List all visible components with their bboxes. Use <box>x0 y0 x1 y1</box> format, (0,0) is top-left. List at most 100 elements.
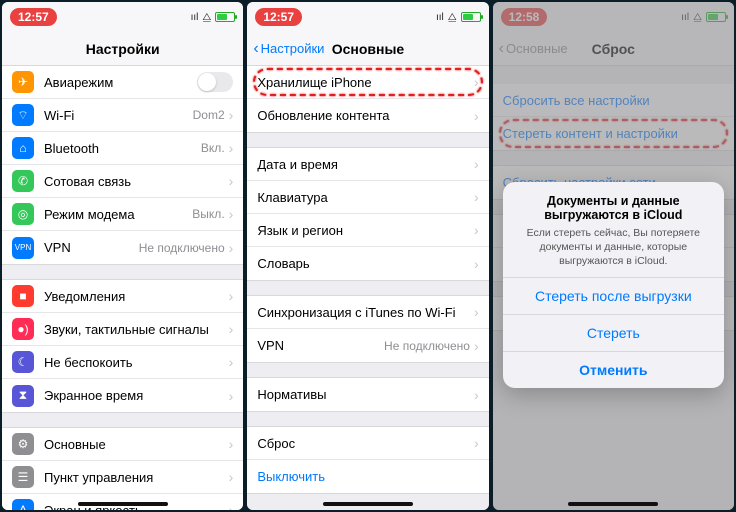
status-icons: ııl ⧋ <box>191 12 236 23</box>
list-row[interactable]: ⧗ Экранное время› <box>2 379 243 412</box>
battery-icon <box>215 12 235 22</box>
chevron-left-icon: ‹ <box>253 41 258 57</box>
row-value: Dom2 <box>193 108 225 122</box>
list-row[interactable]: Хранилище iPhone› <box>247 66 488 99</box>
row-label: Bluetooth <box>44 141 201 156</box>
row-icon: ●) <box>12 318 34 340</box>
row-label: Клавиатура <box>257 190 474 205</box>
row-value: Выкл. <box>192 207 224 221</box>
battery-icon <box>461 12 481 22</box>
list-row[interactable]: VPNVPNНе подключено› <box>2 231 243 264</box>
erase-after-upload-button[interactable]: Стереть после выгрузки <box>503 277 724 314</box>
list-row[interactable]: ⚙Основные› <box>2 428 243 461</box>
row-label: Словарь <box>257 256 474 271</box>
phone-settings: 12:57 ııl ⧋ Настройки ✈︎Авиарежим⌔Wi-FiD… <box>2 2 243 510</box>
row-label: Уведомления <box>44 289 229 304</box>
chevron-right-icon: › <box>474 256 479 272</box>
list-row[interactable]: Клавиатура› <box>247 181 488 214</box>
row-label: Сотовая связь <box>44 174 229 189</box>
list-row[interactable]: ⌂BluetoothВкл.› <box>2 132 243 165</box>
list-row[interactable]: ✆Сотовая связь› <box>2 165 243 198</box>
list-row[interactable]: Нормативы› <box>247 378 488 411</box>
chevron-right-icon: › <box>229 173 234 189</box>
row-label: Обновление контента <box>257 108 474 123</box>
row-label: Основные <box>44 437 229 452</box>
group-general: ⚙Основные›☰Пункт управления›AЭкран и ярк… <box>2 427 243 510</box>
chevron-right-icon: › <box>229 321 234 337</box>
group-reset: Сброс› Выключить <box>247 426 488 494</box>
chevron-right-icon: › <box>229 469 234 485</box>
row-icon: ⚙ <box>12 433 34 455</box>
erase-button[interactable]: Стереть <box>503 314 724 351</box>
chevron-right-icon: › <box>229 354 234 370</box>
status-bar: 12:57 ııl ⧋ <box>2 2 243 32</box>
phone-general: 12:57 ııl ⧋ ‹ Настройки Основные Хранили… <box>247 2 488 510</box>
chevron-right-icon: › <box>474 74 479 90</box>
list-row[interactable]: ☾ Не беспокоить› <box>2 346 243 379</box>
group-datetime: Дата и время›Клавиатура›Язык и регион›Сл… <box>247 147 488 281</box>
row-label: Дата и время <box>257 157 474 172</box>
list-row[interactable]: VPNНе подключено› <box>247 329 488 362</box>
signal-icon: ııl <box>436 12 444 23</box>
group-storage: Хранилище iPhone›Обновление контента› <box>247 66 488 133</box>
status-time: 12:57 <box>255 8 302 26</box>
row-label: Режим модема <box>44 207 192 222</box>
chevron-right-icon: › <box>474 304 479 320</box>
list-row[interactable]: ■Уведомления› <box>2 280 243 313</box>
row-label: Синхронизация с iTunes по Wi-Fi <box>257 305 474 320</box>
settings-list[interactable]: ✈︎Авиарежим⌔Wi-FiDom2›⌂BluetoothВкл.›✆Со… <box>2 66 243 510</box>
group-regulatory: Нормативы› <box>247 377 488 412</box>
chevron-right-icon: › <box>229 206 234 222</box>
row-label: Экранное время <box>44 388 229 403</box>
list-row[interactable]: Сброс› <box>247 427 488 460</box>
row-icon: ◎ <box>12 203 34 225</box>
navbar: Настройки <box>2 32 243 66</box>
home-indicator[interactable] <box>78 502 168 506</box>
row-icon: ☰ <box>12 466 34 488</box>
row-label: Сброс <box>257 436 474 451</box>
list-row[interactable]: ☰Пункт управления› <box>2 461 243 494</box>
row-label: Нормативы <box>257 387 474 402</box>
list-row[interactable]: Выключить <box>247 460 488 493</box>
chevron-right-icon: › <box>229 388 234 404</box>
row-label: VPN <box>257 338 384 353</box>
back-button[interactable]: ‹ Настройки <box>253 41 324 57</box>
list-row[interactable]: Обновление контента› <box>247 99 488 132</box>
chevron-right-icon: › <box>229 240 234 256</box>
chevron-right-icon: › <box>474 338 479 354</box>
status-icons: ııl ⧋ <box>436 12 481 23</box>
group-connectivity: ✈︎Авиарежим⌔Wi-FiDom2›⌂BluetoothВкл.›✆Со… <box>2 66 243 265</box>
chevron-right-icon: › <box>474 108 479 124</box>
list-row[interactable]: ●)Звуки, тактильные сигналы› <box>2 313 243 346</box>
group-notifications: ■Уведомления›●)Звуки, тактильные сигналы… <box>2 279 243 413</box>
row-label: Авиарежим <box>44 75 197 90</box>
row-icon: ⌔ <box>12 104 34 126</box>
wifi-icon: ⧋ <box>448 12 457 23</box>
navbar: ‹ Настройки Основные <box>247 32 488 66</box>
row-label: Не беспокоить <box>44 355 229 370</box>
toggle-switch[interactable] <box>197 72 233 92</box>
list-row[interactable]: ◎ Режим модемаВыкл. › <box>2 198 243 231</box>
row-label: Выключить <box>257 469 478 484</box>
phone-reset: 12:58 ııl ⧋ ‹ Основные Сброс Сбросить вс… <box>493 2 734 510</box>
row-icon: ☾ <box>12 351 34 373</box>
status-bar: 12:57 ııl ⧋ <box>247 2 488 32</box>
general-list[interactable]: Хранилище iPhone›Обновление контента› Да… <box>247 66 488 510</box>
chevron-right-icon: › <box>229 107 234 123</box>
list-row[interactable]: Язык и регион› <box>247 214 488 247</box>
list-row[interactable]: ✈︎Авиарежим <box>2 66 243 99</box>
home-indicator[interactable] <box>323 502 413 506</box>
list-row[interactable]: ⌔Wi-FiDom2› <box>2 99 243 132</box>
chevron-right-icon: › <box>229 502 234 510</box>
chevron-right-icon: › <box>474 222 479 238</box>
home-indicator[interactable] <box>568 502 658 506</box>
list-row[interactable]: Синхронизация с iTunes по Wi-Fi› <box>247 296 488 329</box>
row-value: Не подключено <box>139 241 225 255</box>
list-row[interactable]: Словарь› <box>247 247 488 280</box>
cancel-button[interactable]: Отменить <box>503 351 724 388</box>
row-icon: ⌂ <box>12 137 34 159</box>
row-icon: ⧗ <box>12 385 34 407</box>
list-row[interactable]: Дата и время› <box>247 148 488 181</box>
row-label: Язык и регион <box>257 223 474 238</box>
chevron-right-icon: › <box>474 189 479 205</box>
